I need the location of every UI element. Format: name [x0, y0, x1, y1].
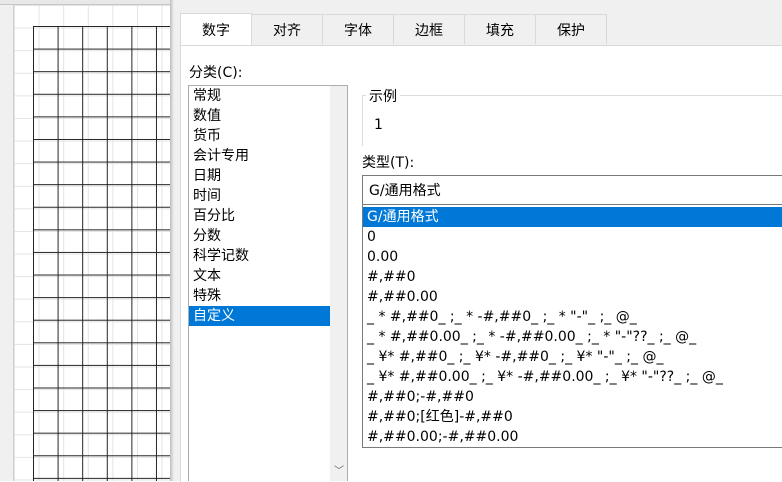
tab-alignment[interactable]: 对齐 — [251, 14, 323, 44]
category-scrollbar[interactable]: ﹀ — [330, 86, 347, 481]
category-item-number[interactable]: 数值 — [189, 106, 347, 126]
format-item[interactable]: #,##0.00 — [363, 287, 782, 307]
dialog-tab-bar: 数字 对齐 字体 边框 填充 保护 — [180, 13, 607, 45]
format-item[interactable]: #,##0.00;-#,##0.00 — [363, 427, 782, 447]
category-item-special[interactable]: 特殊 — [189, 286, 347, 306]
category-label: 分类(C): — [189, 65, 243, 81]
category-item-general[interactable]: 常规 — [189, 86, 347, 106]
sample-value: 1 — [374, 117, 383, 133]
category-item-fraction[interactable]: 分数 — [189, 226, 347, 246]
category-item-custom[interactable]: 自定义 — [189, 306, 347, 326]
format-item[interactable]: _ ¥* #,##0_ ;_ ¥* -#,##0_ ;_ ¥* "-"_ ;_ … — [363, 347, 782, 367]
format-item[interactable]: _ ¥* #,##0.00_ ;_ ¥* -#,##0.00_ ;_ ¥* "-… — [363, 367, 782, 387]
type-label: 类型(T): — [362, 155, 415, 171]
category-item-time[interactable]: 时间 — [189, 186, 347, 206]
category-listbox[interactable]: 常规 数值 货币 会计专用 日期 时间 百分比 分数 科学记数 文本 特殊 自定… — [188, 85, 348, 481]
category-item-date[interactable]: 日期 — [189, 166, 347, 186]
spreadsheet-background — [0, 0, 172, 481]
category-item-currency[interactable]: 货币 — [189, 126, 347, 146]
format-cells-dialog: 数字 对齐 字体 边框 填充 保护 分类(C): 常规 数值 货币 会计专用 日… — [174, 0, 782, 482]
format-item[interactable]: _ * #,##0_ ;_ * -#,##0_ ;_ * "-"_ ;_ @_ — [363, 307, 782, 327]
tab-number[interactable]: 数字 — [180, 13, 252, 45]
format-item[interactable]: #,##0;-#,##0 — [363, 387, 782, 407]
format-item[interactable]: _ * #,##0.00_ ;_ * -#,##0.00_ ;_ * "-"??… — [363, 327, 782, 347]
format-item[interactable]: #,##0;[红色]-#,##0 — [363, 407, 782, 427]
category-item-text[interactable]: 文本 — [189, 266, 347, 286]
tab-fill[interactable]: 填充 — [464, 14, 536, 44]
format-item[interactable]: G/通用格式 — [363, 207, 782, 227]
tab-border[interactable]: 边框 — [393, 14, 465, 44]
sample-group-box — [362, 95, 782, 146]
tab-protection[interactable]: 保护 — [535, 14, 607, 44]
bordered-cell-range[interactable] — [33, 26, 171, 481]
row-header-strip — [0, 5, 14, 481]
type-input[interactable] — [362, 175, 782, 205]
format-listbox[interactable]: G/通用格式 0 0.00 #,##0 #,##0.00 _ * #,##0_ … — [362, 205, 782, 448]
category-item-percentage[interactable]: 百分比 — [189, 206, 347, 226]
format-item[interactable]: 0 — [363, 227, 782, 247]
format-item[interactable]: #,##0 — [363, 267, 782, 287]
tab-font[interactable]: 字体 — [322, 14, 394, 44]
category-item-accounting[interactable]: 会计专用 — [189, 146, 347, 166]
scroll-down-chevron-icon[interactable]: ﹀ — [334, 462, 344, 477]
category-item-scientific[interactable]: 科学记数 — [189, 246, 347, 266]
sample-legend: 示例 — [366, 86, 400, 106]
format-item[interactable]: 0.00 — [363, 247, 782, 267]
